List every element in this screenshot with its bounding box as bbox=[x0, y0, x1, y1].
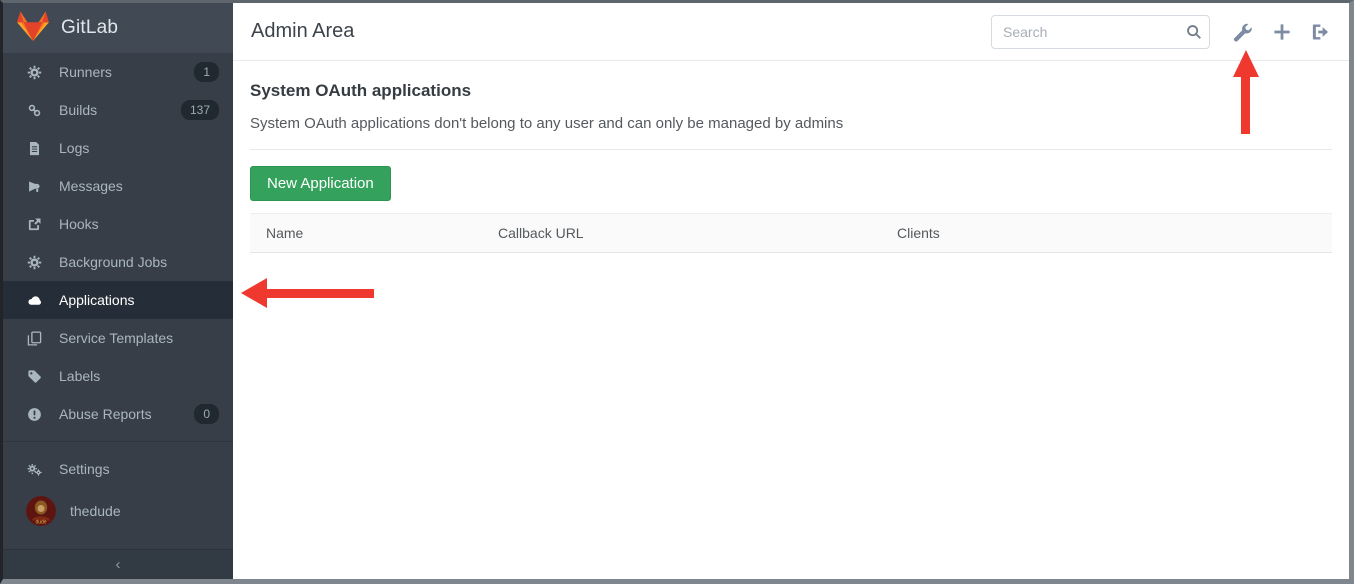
sidebar-collapse-toggle[interactable]: ‹ bbox=[3, 549, 233, 579]
user-avatar: dude bbox=[26, 496, 56, 526]
brand-title: GitLab bbox=[61, 17, 118, 39]
sidebar-user[interactable]: dude thedude bbox=[3, 488, 233, 534]
sidebar-item-messages[interactable]: Messages bbox=[3, 167, 233, 205]
gitlab-admin-window: GitLab Runners 1 Builds 137 bbox=[0, 0, 1354, 584]
search-box bbox=[991, 15, 1210, 49]
tag-icon bbox=[26, 368, 42, 384]
wrench-icon[interactable] bbox=[1233, 22, 1253, 42]
sidebar-nav: Runners 1 Builds 137 Logs Me bbox=[3, 53, 233, 534]
main-content: Admin Area System OAuth appl bbox=[233, 3, 1349, 579]
column-header-name: Name bbox=[250, 225, 482, 241]
topbar-icon-group bbox=[1233, 22, 1331, 42]
gitlab-logo bbox=[16, 10, 50, 47]
sidebar-item-label: Service Templates bbox=[59, 330, 173, 346]
sidebar-brand[interactable]: GitLab bbox=[3, 3, 233, 53]
chain-link-icon bbox=[26, 102, 42, 118]
sidebar-item-background-jobs[interactable]: Background Jobs bbox=[3, 243, 233, 281]
gears-icon bbox=[26, 461, 42, 477]
sidebar-item-label: Builds bbox=[59, 102, 97, 118]
sidebar-settings-section: Settings bbox=[3, 441, 233, 488]
sidebar-item-service-templates[interactable]: Service Templates bbox=[3, 319, 233, 357]
section-heading: System OAuth applications bbox=[250, 81, 1332, 101]
gear-icon bbox=[26, 64, 42, 80]
plus-icon[interactable] bbox=[1272, 22, 1292, 42]
builds-count-badge: 137 bbox=[181, 100, 219, 120]
sidebar-item-runners[interactable]: Runners 1 bbox=[3, 53, 233, 91]
top-header-bar: Admin Area bbox=[233, 3, 1349, 61]
divider bbox=[250, 149, 1332, 150]
file-text-icon bbox=[26, 140, 42, 156]
column-header-clients: Clients bbox=[881, 225, 1332, 241]
bullhorn-icon bbox=[26, 178, 42, 194]
external-link-icon bbox=[26, 216, 42, 232]
column-header-callback-url: Callback URL bbox=[482, 225, 881, 241]
sidebar-item-label: Labels bbox=[59, 368, 100, 384]
page-body: System OAuth applications System OAuth a… bbox=[233, 61, 1349, 253]
sidebar-item-applications[interactable]: Applications bbox=[3, 281, 233, 319]
sidebar-item-label: Background Jobs bbox=[59, 254, 167, 270]
sidebar-item-label: Abuse Reports bbox=[59, 406, 152, 422]
sidebar-item-builds[interactable]: Builds 137 bbox=[3, 91, 233, 129]
sidebar-item-label: Settings bbox=[59, 461, 110, 477]
sidebar-item-abuse-reports[interactable]: Abuse Reports 0 bbox=[3, 395, 233, 433]
sidebar-item-labels[interactable]: Labels bbox=[3, 357, 233, 395]
sign-out-icon[interactable] bbox=[1311, 22, 1331, 42]
search-input[interactable] bbox=[991, 15, 1210, 49]
user-name: thedude bbox=[70, 503, 121, 519]
page-title: Admin Area bbox=[251, 20, 354, 43]
sidebar-item-label: Runners bbox=[59, 64, 112, 80]
search-icon bbox=[1185, 23, 1203, 41]
applications-table-header: Name Callback URL Clients bbox=[250, 213, 1332, 253]
sidebar-item-logs[interactable]: Logs bbox=[3, 129, 233, 167]
sidebar-item-label: Applications bbox=[59, 292, 135, 308]
sidebar-item-hooks[interactable]: Hooks bbox=[3, 205, 233, 243]
section-description: System OAuth applications don't belong t… bbox=[250, 115, 1332, 132]
sidebar: GitLab Runners 1 Builds 137 bbox=[3, 3, 233, 579]
svg-text:dude: dude bbox=[35, 520, 46, 526]
sidebar-item-label: Logs bbox=[59, 140, 89, 156]
chevron-left-icon: ‹ bbox=[116, 556, 121, 573]
runners-count-badge: 1 bbox=[194, 62, 219, 82]
exclamation-circle-icon bbox=[26, 406, 42, 422]
abuse-reports-count-badge: 0 bbox=[194, 404, 219, 424]
cloud-icon bbox=[26, 292, 42, 308]
new-application-button[interactable]: New Application bbox=[250, 166, 391, 201]
sidebar-item-label: Messages bbox=[59, 178, 123, 194]
gear-icon bbox=[26, 254, 42, 270]
copy-icon bbox=[26, 330, 42, 346]
sidebar-item-settings[interactable]: Settings bbox=[3, 450, 233, 488]
sidebar-item-label: Hooks bbox=[59, 216, 99, 232]
